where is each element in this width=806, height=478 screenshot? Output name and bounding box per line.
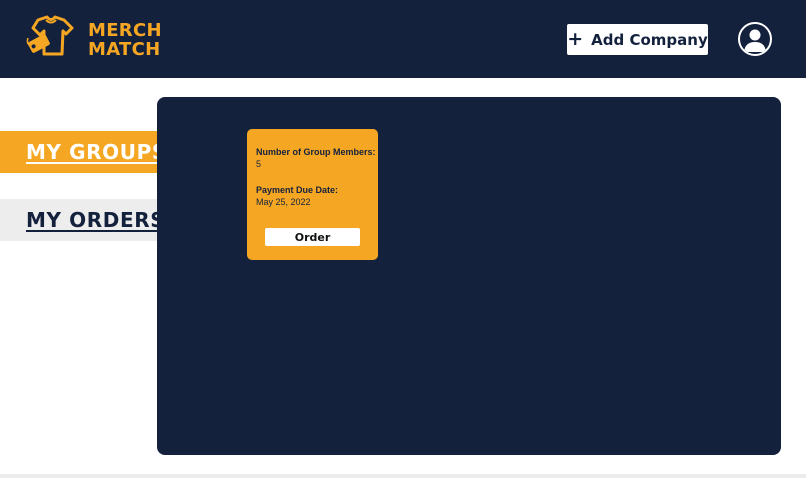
brand-line-2: MATCH (88, 39, 161, 60)
order-button[interactable]: Order (265, 228, 360, 246)
user-icon (744, 29, 766, 52)
due-date-value: May 25, 2022 (256, 197, 311, 207)
due-date-label: Payment Due Date: (256, 185, 339, 195)
add-company-label: Add Company (591, 30, 708, 49)
plus-icon: + (567, 28, 584, 50)
sidebar-item-label: MY GROUPS (26, 140, 167, 164)
tshirt-tag-icon (26, 15, 74, 56)
group-card: Number of Group Members: 5 Payment Due D… (247, 129, 378, 260)
sidebar-item-label: MY ORDERS (26, 208, 166, 232)
brand-line-1: MERCH (88, 20, 162, 41)
members-value: 5 (256, 159, 262, 169)
members-label: Number of Group Members: (256, 147, 376, 157)
top-bar: MERCH MATCH + Add Company (0, 0, 806, 78)
brand-name: MERCH MATCH (88, 21, 162, 59)
add-company-button[interactable]: + Add Company (567, 24, 708, 55)
brand-logo[interactable]: MERCH MATCH (24, 14, 162, 66)
divider (0, 474, 806, 478)
profile-button[interactable] (738, 22, 772, 56)
